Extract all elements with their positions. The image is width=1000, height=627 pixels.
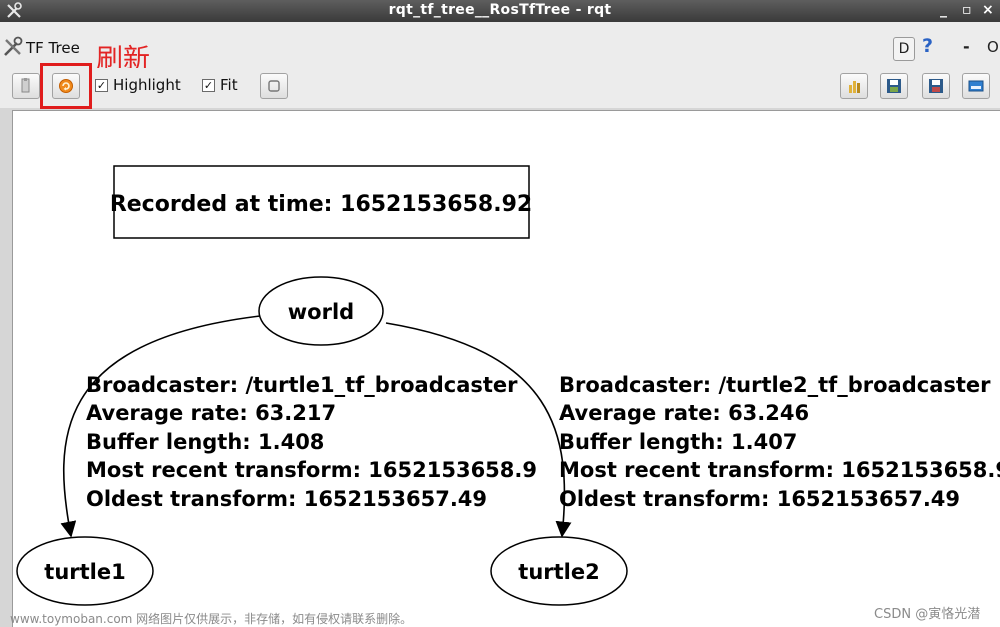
load-dot-button[interactable] xyxy=(840,73,868,99)
highlight-checkbox[interactable]: ✓ Highlight xyxy=(95,76,181,94)
watermark-left: www.toymoban.com 网络图片仅供展示，非存储，如有侵权请联系删除。 xyxy=(10,612,413,626)
node-turtle1-label: turtle1 xyxy=(44,560,125,584)
fit-view-button[interactable] xyxy=(260,73,288,99)
tools-icon xyxy=(4,36,23,56)
recorded-time-text: Recorded at time: 1652153658.92 xyxy=(110,192,532,217)
edge-label-left: Broadcaster: /turtle1_tf_broadcaster Ave… xyxy=(86,373,537,511)
highlight-checkmark[interactable]: ✓ xyxy=(95,78,108,92)
clipboard-icon xyxy=(21,78,30,93)
image-icon xyxy=(968,80,984,92)
node-world-label: world xyxy=(288,300,354,324)
fit-checkbox[interactable]: ✓ Fit xyxy=(202,76,238,94)
window-titlebar: rqt_tf_tree__RosTfTree - rqt _ ▫ × xyxy=(0,0,1000,22)
plugin-header: TF Tree 刷新 D ? - O xyxy=(0,22,1000,75)
edge-left-line: Most recent transform: 1652153658.9 xyxy=(86,458,537,482)
close-plugin-button[interactable]: O xyxy=(987,38,999,56)
edge-right-line: Buffer length: 1.407 xyxy=(559,430,797,454)
fit-checkmark[interactable]: ✓ xyxy=(202,78,215,92)
annotation-highlight-box xyxy=(40,63,92,109)
plugin-title: TF Tree xyxy=(26,39,80,57)
save-icon xyxy=(887,79,901,93)
dock-button[interactable]: D xyxy=(893,37,915,61)
edge-right-line: Broadcaster: /turtle2_tf_broadcaster xyxy=(559,373,991,397)
save-svg-button[interactable] xyxy=(922,73,950,99)
load-icon xyxy=(849,81,860,93)
tf-graph: Recorded at time: 1652153658.92 world Br… xyxy=(16,165,1000,606)
edge-left-line: Buffer length: 1.408 xyxy=(86,430,324,454)
node-turtle2-label: turtle2 xyxy=(518,560,599,584)
fit-label: Fit xyxy=(220,76,238,94)
maximize-button[interactable]: ▫ xyxy=(962,2,972,18)
fit-view-icon xyxy=(268,80,280,92)
edge-right-line: Most recent transform: 1652153658.9 xyxy=(559,458,1000,482)
watermark-right: CSDN @寅恪光潜 xyxy=(874,607,981,622)
edge-left-line: Average rate: 63.217 xyxy=(86,401,336,425)
toolbar: ✓ Highlight ✓ Fit xyxy=(0,68,1000,108)
clear-button[interactable] xyxy=(12,73,40,99)
save-icon xyxy=(929,79,943,93)
highlight-label: Highlight xyxy=(113,76,181,94)
minimize-plugin-button[interactable]: - xyxy=(963,37,970,56)
edge-left-line: Broadcaster: /turtle1_tf_broadcaster xyxy=(86,373,518,397)
help-button[interactable]: ? xyxy=(922,35,933,57)
close-button[interactable]: × xyxy=(982,2,994,18)
window-title: rqt_tf_tree__RosTfTree - rqt xyxy=(388,2,612,18)
save-image-button[interactable] xyxy=(962,73,990,99)
edge-label-right: Broadcaster: /turtle2_tf_broadcaster Ave… xyxy=(559,373,1000,511)
minimize-button[interactable]: _ xyxy=(940,2,947,18)
save-dot-button[interactable] xyxy=(880,73,908,99)
edge-left-line: Oldest transform: 1652153657.49 xyxy=(86,487,487,511)
edge-right-line: Average rate: 63.246 xyxy=(559,401,809,425)
edge-right-line: Oldest transform: 1652153657.49 xyxy=(559,487,960,511)
graph-canvas[interactable]: Recorded at time: 1652153658.92 world Br… xyxy=(12,110,1000,627)
